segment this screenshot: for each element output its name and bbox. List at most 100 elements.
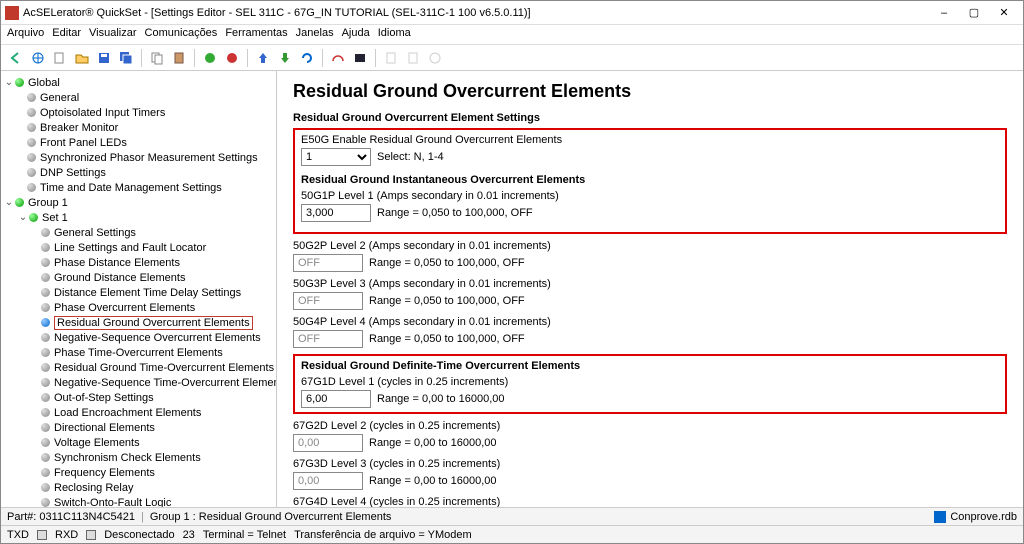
67g3d-input[interactable]	[293, 472, 363, 490]
tree-item[interactable]: Distance Element Time Delay Settings	[3, 285, 274, 300]
copy-icon[interactable]	[148, 49, 166, 67]
separator	[141, 49, 142, 67]
play-icon[interactable]	[201, 49, 219, 67]
tree-item[interactable]: Line Settings and Fault Locator	[3, 240, 274, 255]
tree-item[interactable]: Directional Elements	[3, 420, 274, 435]
50g1p-input[interactable]	[301, 204, 371, 222]
tree-set1[interactable]: ⌄Set 1	[3, 210, 274, 225]
67g2d-range: Range = 0,00 to 16000,00	[369, 437, 497, 449]
xfer-status: Transferência de arquivo = YModem	[294, 529, 472, 541]
50g2p-label: 50G2P Level 2 (Amps secondary in 0.01 in…	[293, 240, 1007, 252]
tree-item[interactable]: General	[3, 90, 274, 105]
rxd-led	[86, 530, 96, 540]
50g3p-label: 50G3P Level 3 (Amps secondary in 0.01 in…	[293, 278, 1007, 290]
67g2d-input[interactable]	[293, 434, 363, 452]
tree-group1[interactable]: ⌄Group 1	[3, 195, 274, 210]
maximize-button[interactable]: ▢	[959, 3, 989, 23]
e50g-select[interactable]: 1	[301, 148, 371, 166]
tree-item[interactable]: Time and Date Management Settings	[3, 180, 274, 195]
section-settings: Residual Ground Overcurrent Element Sett…	[293, 112, 1007, 124]
tree-item[interactable]: Ground Distance Elements	[3, 270, 274, 285]
section-instantaneous: Residual Ground Instantaneous Overcurren…	[301, 174, 999, 186]
tree-item[interactable]: Phase Time-Overcurrent Elements	[3, 345, 274, 360]
menu-comunicacoes[interactable]: Comunicações	[145, 27, 218, 42]
tree-item[interactable]: Voltage Elements	[3, 435, 274, 450]
tree-item[interactable]: Breaker Monitor	[3, 120, 274, 135]
content-panel: Residual Ground Overcurrent Elements Res…	[277, 71, 1023, 507]
status-rfile[interactable]: Conprove.rdb	[934, 511, 1017, 523]
report-icon[interactable]	[382, 49, 400, 67]
rxd-label: RXD	[55, 529, 78, 541]
menubar: Arquivo Editar Visualizar Comunicações F…	[1, 25, 1023, 45]
menu-visualizar[interactable]: Visualizar	[89, 27, 137, 42]
back-icon[interactable]	[7, 49, 25, 67]
menu-editar[interactable]: Editar	[52, 27, 81, 42]
separator	[322, 49, 323, 67]
tree-item[interactable]: Front Panel LEDs	[3, 135, 274, 150]
close-button[interactable]: ✕	[989, 3, 1019, 23]
app-icon	[5, 6, 19, 20]
tree-item[interactable]: Negative-Sequence Overcurrent Elements	[3, 330, 274, 345]
menu-janelas[interactable]: Janelas	[296, 27, 334, 42]
open-icon[interactable]	[73, 49, 91, 67]
menu-ajuda[interactable]: Ajuda	[342, 27, 370, 42]
txd-label: TXD	[7, 529, 29, 541]
e50g-label: E50G Enable Residual Ground Overcurrent …	[301, 134, 999, 146]
body: ⌄Global General Optoisolated Input Timer…	[1, 71, 1023, 507]
terminal-icon[interactable]	[351, 49, 369, 67]
tree-item-selected[interactable]: Residual Ground Overcurrent Elements	[3, 315, 274, 330]
refresh-icon[interactable]	[298, 49, 316, 67]
tree-item[interactable]: DNP Settings	[3, 165, 274, 180]
menu-idioma[interactable]: Idioma	[378, 27, 411, 42]
67g1d-input[interactable]	[301, 390, 371, 408]
menu-ferramentas[interactable]: Ferramentas	[225, 27, 287, 42]
globe-icon[interactable]	[29, 49, 47, 67]
help-icon[interactable]	[426, 49, 444, 67]
statusbar-bottom: TXD RXD Desconectado 23 Terminal = Telne…	[1, 525, 1023, 543]
tree-item[interactable]: Switch-Onto-Fault Logic	[3, 495, 274, 507]
tree-item[interactable]: Synchronized Phasor Measurement Settings	[3, 150, 274, 165]
50g1p-range: Range = 0,050 to 100,000, OFF	[377, 207, 533, 219]
titlebar: AcSELerator® QuickSet - [Settings Editor…	[1, 1, 1023, 25]
paste-icon[interactable]	[170, 49, 188, 67]
menu-arquivo[interactable]: Arquivo	[7, 27, 44, 42]
tree-item[interactable]: General Settings	[3, 225, 274, 240]
settings-icon[interactable]	[404, 49, 422, 67]
50g4p-label: 50G4P Level 4 (Amps secondary in 0.01 in…	[293, 316, 1007, 328]
50g3p-input[interactable]	[293, 292, 363, 310]
stop-icon[interactable]	[223, 49, 241, 67]
meter-icon[interactable]	[329, 49, 347, 67]
minimize-button[interactable]: –	[929, 3, 959, 23]
tree-item[interactable]: Reclosing Relay	[3, 480, 274, 495]
status-crumb: Group 1 : Residual Ground Overcurrent El…	[150, 511, 392, 523]
tree-item[interactable]: Phase Overcurrent Elements	[3, 300, 274, 315]
50g4p-input[interactable]	[293, 330, 363, 348]
status-part: Part#: 0311C113N4C5421	[7, 511, 135, 523]
settings-tree[interactable]: ⌄Global General Optoisolated Input Timer…	[1, 71, 277, 507]
tree-item[interactable]: Frequency Elements	[3, 465, 274, 480]
separator	[194, 49, 195, 67]
tree-item[interactable]: Synchronism Check Elements	[3, 450, 274, 465]
saveall-icon[interactable]	[117, 49, 135, 67]
tree-item[interactable]: Negative-Sequence Time-Overcurrent Eleme…	[3, 375, 274, 390]
window-title: AcSELerator® QuickSet - [Settings Editor…	[23, 7, 929, 19]
db-icon	[934, 511, 946, 523]
save-icon[interactable]	[95, 49, 113, 67]
67g3d-range: Range = 0,00 to 16000,00	[369, 475, 497, 487]
tree-item[interactable]: Load Encroachment Elements	[3, 405, 274, 420]
tree-item[interactable]: Optoisolated Input Timers	[3, 105, 274, 120]
tree-item[interactable]: Out-of-Step Settings	[3, 390, 274, 405]
50g2p-input[interactable]	[293, 254, 363, 272]
download-icon[interactable]	[276, 49, 294, 67]
upload-icon[interactable]	[254, 49, 272, 67]
new-icon[interactable]	[51, 49, 69, 67]
app-window: AcSELerator® QuickSet - [Settings Editor…	[0, 0, 1024, 544]
conn-status: Desconectado	[104, 529, 174, 541]
67g1d-label: 67G1D Level 1 (cycles in 0.25 increments…	[301, 376, 999, 388]
tree-global[interactable]: ⌄Global	[3, 75, 274, 90]
statusbar-top: Part#: 0311C113N4C5421 | Group 1 : Resid…	[1, 507, 1023, 525]
tree-item[interactable]: Phase Distance Elements	[3, 255, 274, 270]
tree-item[interactable]: Residual Ground Time-Overcurrent Element…	[3, 360, 274, 375]
50g2p-range: Range = 0,050 to 100,000, OFF	[369, 257, 525, 269]
page-title: Residual Ground Overcurrent Elements	[293, 81, 1007, 102]
